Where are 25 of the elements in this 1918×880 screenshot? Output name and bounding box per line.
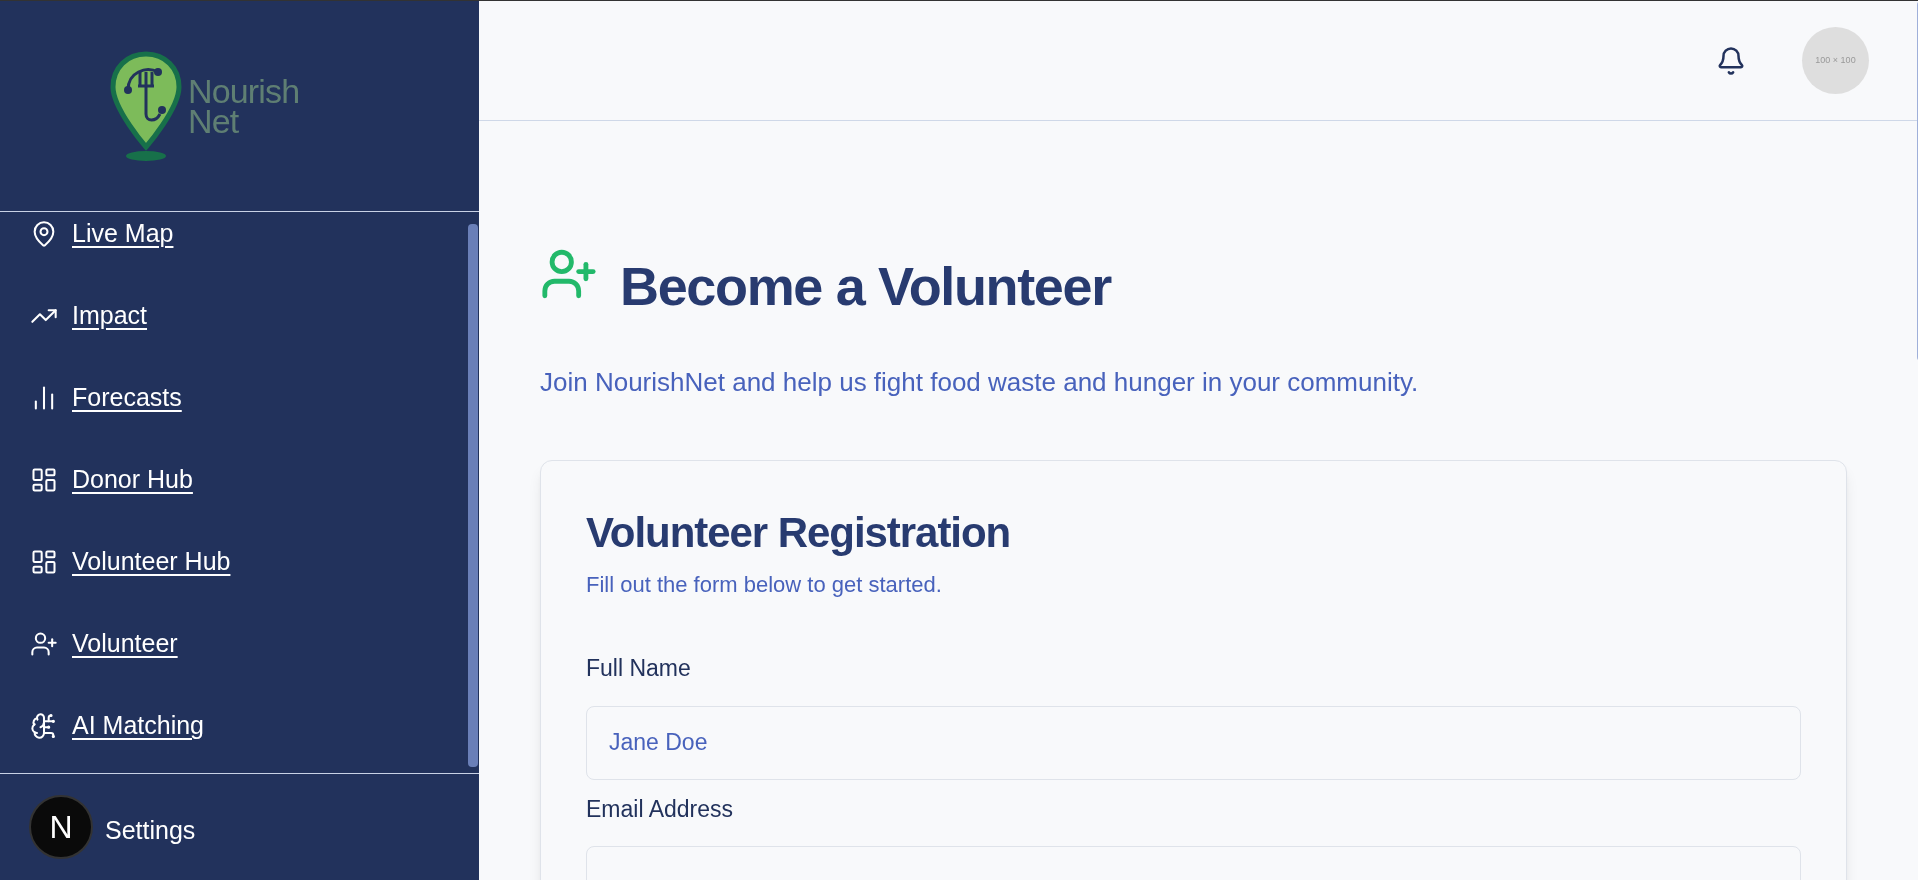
scrollbar[interactable] [468,224,478,767]
nav-link[interactable]: Volunteer [30,628,468,660]
avatar-badge[interactable]: N [29,795,93,859]
nav-link[interactable]: Donor Hub [30,464,468,496]
logo-text: Nourish [188,76,300,106]
page-subtitle: Join NourishNet and help us fight food waste and hunger in your community. [540,366,1420,399]
logo-text: Net [188,106,239,136]
form-subtitle: Fill out the form below to get started. [586,571,943,599]
bell-icon[interactable] [1716,45,1746,76]
logo-icon [108,50,184,162]
text-field[interactable]: Jane Doe [586,705,1801,780]
nav-link[interactable]: Live Map [30,218,468,250]
user-plus-icon [30,630,58,658]
nav-link[interactable]: Volunteer Hub [30,546,468,578]
nav-link[interactable]: AI Matching [30,710,468,742]
page-title: Become a Volunteer [620,255,1111,318]
nav-link[interactable]: Impact [30,300,468,332]
settings-link[interactable]: Settings [105,812,196,850]
nav-link[interactable]: Forecasts [30,382,468,414]
brain-icon [30,712,58,740]
field-label: Full Name [586,654,692,683]
dashboard-icon [30,466,58,494]
form-title: Volunteer Registration [586,508,1012,558]
field-label: Email Address [586,794,734,824]
dashboard-icon [30,548,58,576]
